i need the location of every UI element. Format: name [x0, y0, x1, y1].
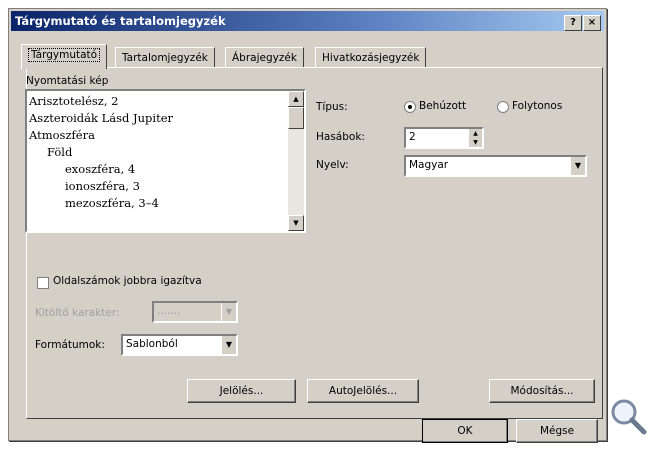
- tab-authorities[interactable]: Hivatkozásjegyzék: [315, 47, 427, 68]
- formats-value: Sablonból: [126, 338, 178, 350]
- spin-down-icon[interactable]: ▼: [469, 138, 482, 147]
- preview-item: exoszféra, 4: [65, 162, 136, 176]
- window-title: Tárgymutató és tartalomjegyzék: [15, 14, 226, 28]
- right-align-checkbox[interactable]: [37, 277, 49, 289]
- modify-button[interactable]: Módosítás...: [489, 379, 595, 403]
- preview-item: mezoszféra, 3–4: [65, 196, 159, 210]
- chevron-down-icon[interactable]: ▼: [570, 157, 585, 175]
- index-dialog: Tárgymutató és tartalomjegyzék ? × Tárgy…: [8, 8, 607, 443]
- tab-leader-label: Kitöltő karakter:: [35, 307, 120, 319]
- formats-label: Formátumok:: [35, 339, 105, 351]
- columns-label: Hasábok:: [316, 131, 365, 143]
- chevron-down-icon: ▼: [221, 303, 236, 321]
- cancel-button[interactable]: Mégse: [516, 419, 598, 443]
- preview-scrollbar[interactable]: ▲ ▼: [288, 91, 304, 231]
- preview-item: Aszteroidák Lásd Jupiter: [29, 111, 174, 125]
- formats-select[interactable]: Sablonból ▼: [121, 334, 238, 356]
- radio-runin[interactable]: [497, 101, 509, 113]
- right-align-label[interactable]: Oldalszámok jobbra igazítva: [53, 275, 202, 287]
- mark-entry-button[interactable]: Jelölés...: [187, 379, 296, 403]
- chevron-down-icon[interactable]: ▼: [221, 336, 236, 354]
- tab-index[interactable]: Tárgymutató: [21, 44, 108, 69]
- help-button[interactable]: ?: [564, 15, 582, 31]
- tab-leader-select: ....... ▼: [152, 301, 238, 323]
- scroll-up-icon[interactable]: ▲: [288, 91, 304, 107]
- type-label: Típus:: [316, 101, 348, 113]
- tab-figures[interactable]: Ábrajegyzék: [225, 47, 304, 68]
- preview-listbox: Arisztotelész, 2 Aszteroidák Lásd Jupite…: [25, 89, 306, 233]
- scroll-down-icon[interactable]: ▼: [288, 215, 304, 231]
- preview-item: ionoszféra, 3: [65, 179, 140, 193]
- language-select[interactable]: Magyar ▼: [404, 155, 587, 177]
- radio-indented-label[interactable]: Behúzott: [419, 100, 466, 112]
- scroll-thumb[interactable]: [288, 107, 304, 129]
- close-button[interactable]: ×: [583, 15, 601, 31]
- tab-leader-value: .......: [157, 305, 181, 317]
- preview-item: Föld: [47, 145, 73, 159]
- ok-button[interactable]: OK: [422, 419, 508, 443]
- radio-indented[interactable]: [404, 101, 416, 113]
- title-bar: Tárgymutató és tartalomjegyzék ? ×: [11, 11, 604, 31]
- tab-toc[interactable]: Tartalomjegyzék: [115, 47, 215, 68]
- radio-runin-label[interactable]: Folytonos: [512, 100, 562, 112]
- columns-stepper[interactable]: 2 ▲ ▼: [404, 127, 484, 149]
- automark-button[interactable]: AutoJelölés...: [307, 379, 419, 403]
- preview-label: Nyomtatási kép: [26, 75, 109, 87]
- language-value: Magyar: [409, 159, 449, 171]
- preview-item: Atmoszféra: [29, 128, 95, 142]
- preview-item: Arisztotelész, 2: [29, 94, 119, 108]
- magnifier-icon[interactable]: [608, 396, 648, 436]
- tab-index-label: Tárgymutató: [28, 48, 101, 62]
- columns-value: 2: [409, 131, 416, 143]
- language-label: Nyelv:: [316, 159, 349, 171]
- spin-up-icon[interactable]: ▲: [469, 129, 482, 138]
